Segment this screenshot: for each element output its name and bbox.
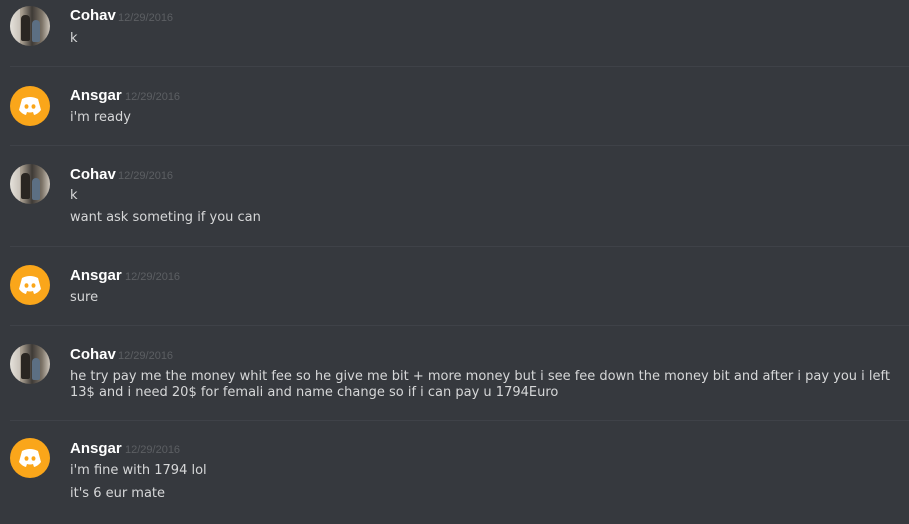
user-avatar[interactable] — [10, 164, 50, 204]
message-text: i'm ready — [70, 110, 131, 125]
user-avatar[interactable] — [10, 86, 50, 126]
user-avatar[interactable] — [10, 265, 50, 305]
user-avatar[interactable] — [10, 6, 50, 46]
username[interactable]: Ansgar — [70, 267, 122, 285]
message-text: k — [70, 188, 78, 203]
discord-logo-icon — [19, 449, 41, 467]
message-divider — [10, 145, 909, 146]
message-text: it's 6 eur mate — [70, 486, 166, 501]
username[interactable]: Ansgar — [70, 87, 122, 105]
timestamp: 12/29/2016 — [118, 12, 174, 24]
message-text: sure — [70, 290, 99, 305]
timestamp: 12/29/2016 — [118, 170, 174, 182]
username[interactable]: Ansgar — [70, 440, 122, 458]
message-divider — [10, 325, 909, 326]
message-text: i'm fine with 1794 lol — [70, 463, 207, 478]
message-text: want ask someting if you can — [70, 210, 261, 225]
user-avatar[interactable] — [10, 344, 50, 384]
message-text: he try pay me the money whit fee so he g… — [70, 369, 890, 400]
message-divider — [10, 246, 909, 247]
username[interactable]: Cohav — [70, 166, 116, 184]
username[interactable]: Cohav — [70, 7, 116, 25]
discord-logo-icon — [19, 276, 41, 294]
timestamp: 12/29/2016 — [118, 350, 174, 362]
message-divider — [10, 66, 909, 67]
username[interactable]: Cohav — [70, 346, 116, 364]
timestamp: 12/29/2016 — [125, 271, 181, 283]
message-text: k — [70, 31, 78, 46]
timestamp: 12/29/2016 — [125, 91, 181, 103]
timestamp: 12/29/2016 — [125, 444, 181, 456]
discord-logo-icon — [19, 97, 41, 115]
user-avatar[interactable] — [10, 438, 50, 478]
message-divider — [10, 420, 909, 421]
